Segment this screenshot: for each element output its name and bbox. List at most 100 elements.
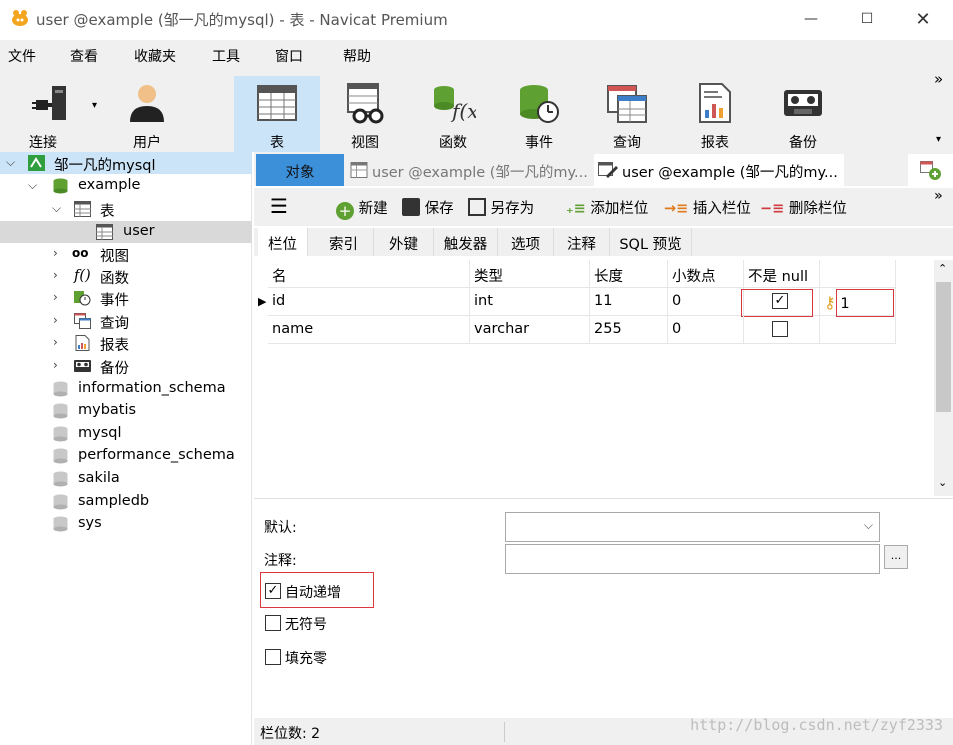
tree-connection[interactable]: ⌵ 邹一凡的mysql (0, 152, 252, 174)
tree-db-performance-schema[interactable]: performance_schema (0, 445, 252, 467)
chevron-down-icon[interactable]: ⌵ (864, 518, 873, 533)
toolbar-query-label: 查询 (613, 135, 641, 151)
tree-functions[interactable]: › f() 函数 (0, 265, 252, 287)
toolbar-report-button[interactable]: 报表 (672, 76, 758, 152)
field-type-cell[interactable]: varchar (470, 316, 590, 344)
column-header-key[interactable] (820, 260, 896, 288)
tree-db-sakila[interactable]: sakila (0, 468, 252, 490)
field-key-cell[interactable] (820, 316, 896, 344)
tab-indexes[interactable]: 索引 (314, 228, 374, 256)
tree-db-information-schema[interactable]: information_schema (0, 378, 252, 400)
chevron-down-icon[interactable]: ⌵ (28, 178, 37, 193)
maximize-button[interactable]: ☐ (840, 0, 894, 38)
tree-views[interactable]: › oo 视图 (0, 243, 252, 265)
zerofill-checkbox[interactable] (265, 649, 281, 665)
toolbar-event-label: 事件 (525, 135, 553, 151)
toolbar-dropdown-icon[interactable]: ▾ (936, 134, 941, 145)
column-header-name[interactable]: 名 (268, 260, 470, 288)
column-header-decimals[interactable]: 小数点 (668, 260, 744, 288)
chevron-right-icon[interactable]: › (53, 290, 58, 304)
field-decimals-cell[interactable]: 0 (668, 316, 744, 344)
field-name-cell[interactable]: id (268, 288, 470, 316)
not-null-checkbox[interactable] (772, 321, 788, 337)
tree-database-example[interactable]: ⌵ example (0, 175, 252, 197)
menu-tools[interactable]: 工具 (212, 46, 240, 66)
insert-field-button[interactable]: →≡ 插入栏位 (664, 197, 751, 218)
menu-favorites[interactable]: 收藏夹 (134, 46, 176, 66)
backup-icon (784, 90, 822, 116)
menu-file[interactable]: 文件 (8, 46, 36, 66)
menu-view[interactable]: 查看 (70, 46, 98, 66)
toolbar-event-button[interactable]: 事件 (496, 76, 582, 152)
field-type-cell[interactable]: int (470, 288, 590, 316)
hamburger-menu-icon[interactable]: ☰ (270, 194, 288, 218)
tab-options[interactable]: 选项 (498, 228, 554, 256)
tree-db-mysql[interactable]: mysql (0, 423, 252, 445)
column-header-type[interactable]: 类型 (470, 260, 590, 288)
menu-help[interactable]: 帮助 (343, 46, 371, 66)
toolbar-more-icon[interactable]: » (934, 70, 943, 88)
column-header-not-null[interactable]: 不是 null (744, 260, 820, 288)
comment-input[interactable] (505, 544, 880, 574)
default-select[interactable]: ⌵ (505, 512, 880, 542)
query-icon (74, 313, 91, 329)
tab-fields[interactable]: 栏位 (258, 228, 308, 256)
connection-dropdown-icon[interactable]: ▾ (92, 100, 97, 111)
tree-reports[interactable]: › 报表 (0, 332, 252, 354)
field-not-null-cell[interactable] (744, 316, 820, 344)
tree-queries[interactable]: › 查询 (0, 310, 252, 332)
minimize-button[interactable]: — (784, 0, 838, 38)
tab-objects[interactable]: 对象 (256, 154, 344, 186)
save-button[interactable]: 保存 (402, 197, 454, 218)
menu-window[interactable]: 窗口 (275, 46, 303, 66)
field-decimals-cell[interactable]: 0 (668, 288, 744, 316)
functions-label: 函数 (100, 271, 129, 287)
delete-field-button[interactable]: −≡ 删除栏位 (760, 197, 847, 218)
subtoolbar-more-icon[interactable]: » (934, 188, 943, 204)
chevron-down-icon[interactable]: ⌵ (52, 201, 61, 216)
chevron-right-icon[interactable]: › (53, 358, 58, 372)
tab-sql-preview[interactable]: SQL 预览 (610, 228, 692, 256)
auto-increment-checkbox[interactable]: ✓ (265, 583, 281, 599)
tab-foreign-keys[interactable]: 外键 (374, 228, 434, 256)
toolbar-connection-button[interactable]: ▾ 连接 (10, 76, 97, 152)
chevron-right-icon[interactable]: › (53, 313, 58, 327)
field-name-cell[interactable]: name (268, 316, 470, 344)
chevron-right-icon[interactable]: › (53, 335, 58, 349)
scroll-down-icon[interactable]: ⌄ (938, 476, 947, 489)
tab-comment[interactable]: 注释 (554, 228, 610, 256)
tree-db-sys[interactable]: sys (0, 513, 252, 535)
toolbar-backup-button[interactable]: 备份 (760, 76, 846, 152)
toolbar-user-button[interactable]: 用户 (104, 76, 190, 152)
toolbar-table-button[interactable]: 表 (234, 76, 320, 152)
tree-db-mybatis[interactable]: mybatis (0, 400, 252, 422)
new-tab-button[interactable] (908, 154, 953, 186)
comment-browse-button[interactable]: ... (884, 545, 908, 569)
chevron-right-icon[interactable]: › (53, 246, 58, 260)
close-button[interactable]: ✕ (896, 0, 950, 38)
tab-triggers[interactable]: 触发器 (434, 228, 498, 256)
scrollbar-thumb[interactable] (936, 282, 951, 412)
tree-db-sampledb[interactable]: sampledb (0, 491, 252, 513)
toolbar-view-button[interactable]: 视图 (322, 76, 408, 152)
tree-tables-group[interactable]: ⌵ 表 (0, 198, 252, 220)
save-as-button[interactable]: 另存为 (468, 197, 534, 218)
scroll-up-icon[interactable]: ⌃ (938, 262, 947, 275)
tab-user-table-2[interactable]: user @example (邹一凡的my... (594, 154, 844, 186)
chevron-down-icon[interactable]: ⌵ (6, 155, 15, 170)
tab-user-table-1[interactable]: user @example (邹一凡的my... (346, 154, 592, 186)
tree-backups[interactable]: › 备份 (0, 355, 252, 377)
grid-vertical-scrollbar[interactable]: ⌃ ⌄ (934, 260, 953, 496)
toolbar-query-button[interactable]: 查询 (584, 76, 670, 152)
field-length-cell[interactable]: 11 (590, 288, 668, 316)
unsigned-checkbox[interactable] (265, 615, 281, 631)
add-field-button[interactable]: ₊≡ 添加栏位 (566, 197, 648, 218)
tree-events[interactable]: › 事件 (0, 287, 252, 309)
new-button[interactable]: + 新建 (336, 197, 388, 220)
toolbar-function-button[interactable]: f(x) 函数 (410, 76, 496, 152)
column-header-length[interactable]: 长度 (590, 260, 668, 288)
tree-table-user[interactable]: user (0, 221, 252, 243)
save-icon (402, 198, 420, 216)
chevron-right-icon[interactable]: › (53, 268, 58, 282)
field-length-cell[interactable]: 255 (590, 316, 668, 344)
